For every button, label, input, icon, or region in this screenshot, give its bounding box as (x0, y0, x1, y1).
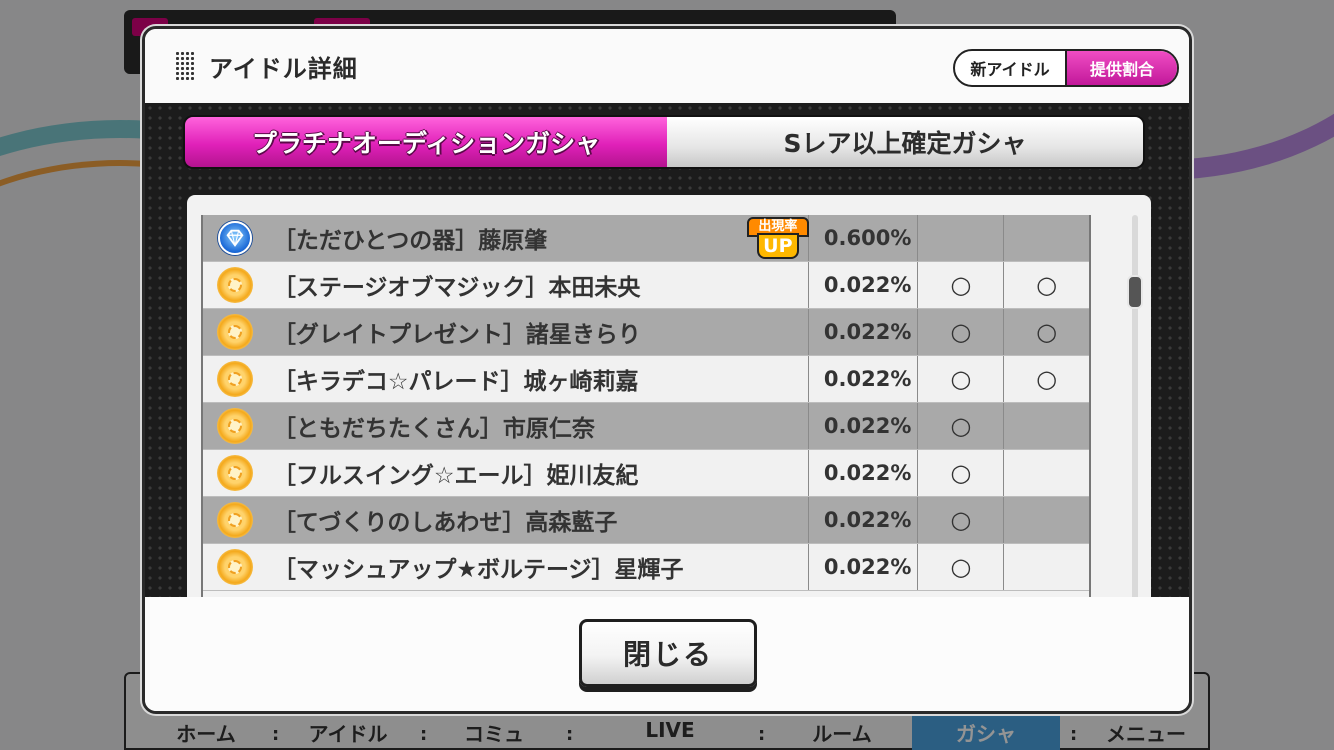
availability-mark: ○ (917, 403, 1003, 449)
sun-icon (216, 455, 253, 491)
dialog-body: プラチナオーディションガシャ Sレア以上確定ガシャ ［ただひとつの器］藤原肇 出現… (145, 103, 1189, 607)
appearance-rate: 0.600% (807, 215, 918, 261)
availability-mark: ○ (917, 356, 1003, 402)
idol-name-text: ［マッシュアップ★ボルテージ］星輝子 (272, 557, 684, 583)
table-row: ［ともだちたくさん］市原仁奈 0.022% ○ (203, 403, 1089, 450)
availability-mark: ○ (917, 497, 1003, 543)
appearance-rate: 0.022% (807, 309, 918, 355)
sun-icon (216, 408, 253, 444)
diamond-icon (217, 221, 252, 255)
appearance-rate: 0.022% (807, 356, 918, 402)
dialog-header: アイドル詳細 新アイドル 提供割合 (145, 29, 1189, 103)
scrollbar-thumb[interactable] (1127, 275, 1143, 309)
rarity-cell (203, 356, 267, 402)
gacha-tabs: プラチナオーディションガシャ Sレア以上確定ガシャ (183, 115, 1145, 169)
sun-icon (216, 361, 253, 397)
availability-mark: ○ (917, 544, 1003, 590)
idol-name: ［ただひとつの器］藤原肇 出現率 UP (267, 215, 809, 261)
new-idol-toggle-button[interactable]: 新アイドル (955, 51, 1065, 85)
sun-icon (216, 502, 253, 538)
rate-up-badge-bottom: UP (756, 233, 799, 259)
table-row: ［ステージオブマジック］本田未央 0.022% ○ ○ (203, 262, 1089, 309)
rates-toggle-button[interactable]: 提供割合 (1065, 51, 1177, 85)
table-row: ［ただひとつの器］藤原肇 出現率 UP 0.600% (203, 215, 1089, 262)
table-row: ［フルスイング☆エール］姫川友紀 0.022% ○ (203, 450, 1089, 497)
idol-name-text: ［キラデコ☆パレード］城ヶ崎莉嘉 (272, 369, 639, 395)
dialog-title: アイドル詳細 (209, 55, 358, 83)
idol-name-text: ［フルスイング☆エール］姫川友紀 (272, 463, 639, 489)
idol-name-text: ［ともだちたくさん］市原仁奈 (272, 416, 595, 442)
availability-mark: ○ (1003, 309, 1089, 355)
availability-mark (1003, 544, 1089, 590)
availability-mark (1003, 497, 1089, 543)
rarity-cell (203, 450, 267, 496)
idol-name-text: ［てづくりのしあわせ］高森藍子 (272, 510, 618, 536)
idol-name: ［グレイトプレゼント］諸星きらり (267, 309, 808, 355)
appearance-rate: 0.022% (807, 497, 918, 543)
table-row: ［てづくりのしあわせ］高森藍子 0.022% ○ (203, 497, 1089, 544)
idol-name-text: ［ただひとつの器］藤原肇 (272, 228, 548, 254)
rate-table[interactable]: ［ただひとつの器］藤原肇 出現率 UP 0.600% ［ステージオブマジック］本田未央 0… (201, 215, 1091, 607)
availability-mark (1003, 215, 1089, 261)
idol-name: ［フルスイング☆エール］姫川友紀 (267, 450, 808, 496)
appearance-rate: 0.022% (807, 403, 918, 449)
rate-up-badge: 出現率 UP (746, 217, 809, 259)
table-row: ［マッシュアップ★ボルテージ］星輝子 0.022% ○ (203, 544, 1089, 591)
idol-name: ［てづくりのしあわせ］高森藍子 (267, 497, 808, 543)
availability-mark (1003, 450, 1089, 496)
idol-name: ［マッシュアップ★ボルテージ］星輝子 (267, 544, 808, 590)
view-toggle: 新アイドル 提供割合 (953, 49, 1179, 87)
appearance-rate: 0.022% (807, 450, 918, 496)
rarity-cell (203, 309, 267, 355)
dialog-footer: 閉じる (145, 597, 1189, 711)
availability-mark (917, 215, 1003, 261)
availability-mark: ○ (1003, 262, 1089, 308)
availability-mark: ○ (917, 309, 1003, 355)
sun-icon (216, 549, 253, 585)
idol-name-text: ［ステージオブマジック］本田未央 (272, 275, 641, 301)
availability-mark (1003, 403, 1089, 449)
availability-mark: ○ (917, 262, 1003, 308)
rarity-cell (203, 215, 267, 261)
scrollbar-track[interactable] (1132, 215, 1138, 607)
idol-name: ［ステージオブマジック］本田未央 (267, 262, 808, 308)
sun-icon (216, 314, 253, 350)
idol-name: ［ともだちたくさん］市原仁奈 (267, 403, 808, 449)
rarity-cell (203, 497, 267, 543)
sun-icon (216, 267, 253, 303)
rarity-cell (203, 544, 267, 590)
idol-name-text: ［グレイトプレゼント］諸星きらり (272, 322, 641, 348)
idol-detail-dialog: アイドル詳細 新アイドル 提供割合 プラチナオーディションガシャ Sレア以上確定… (142, 26, 1192, 714)
grip-icon (175, 51, 195, 81)
table-row: ［グレイトプレゼント］諸星きらり 0.022% ○ ○ (203, 309, 1089, 356)
appearance-rate: 0.022% (807, 544, 918, 590)
idol-name: ［キラデコ☆パレード］城ヶ崎莉嘉 (267, 356, 808, 402)
availability-mark: ○ (917, 450, 1003, 496)
tab-s-rare-guaranteed[interactable]: Sレア以上確定ガシャ (667, 117, 1143, 167)
rarity-cell (203, 262, 267, 308)
close-button[interactable]: 閉じる (579, 619, 757, 687)
tab-platinum-audition[interactable]: プラチナオーディションガシャ (185, 117, 667, 167)
appearance-rate: 0.022% (807, 262, 918, 308)
rarity-cell (203, 403, 267, 449)
table-row: ［キラデコ☆パレード］城ヶ崎莉嘉 0.022% ○ ○ (203, 356, 1089, 403)
availability-mark: ○ (1003, 356, 1089, 402)
